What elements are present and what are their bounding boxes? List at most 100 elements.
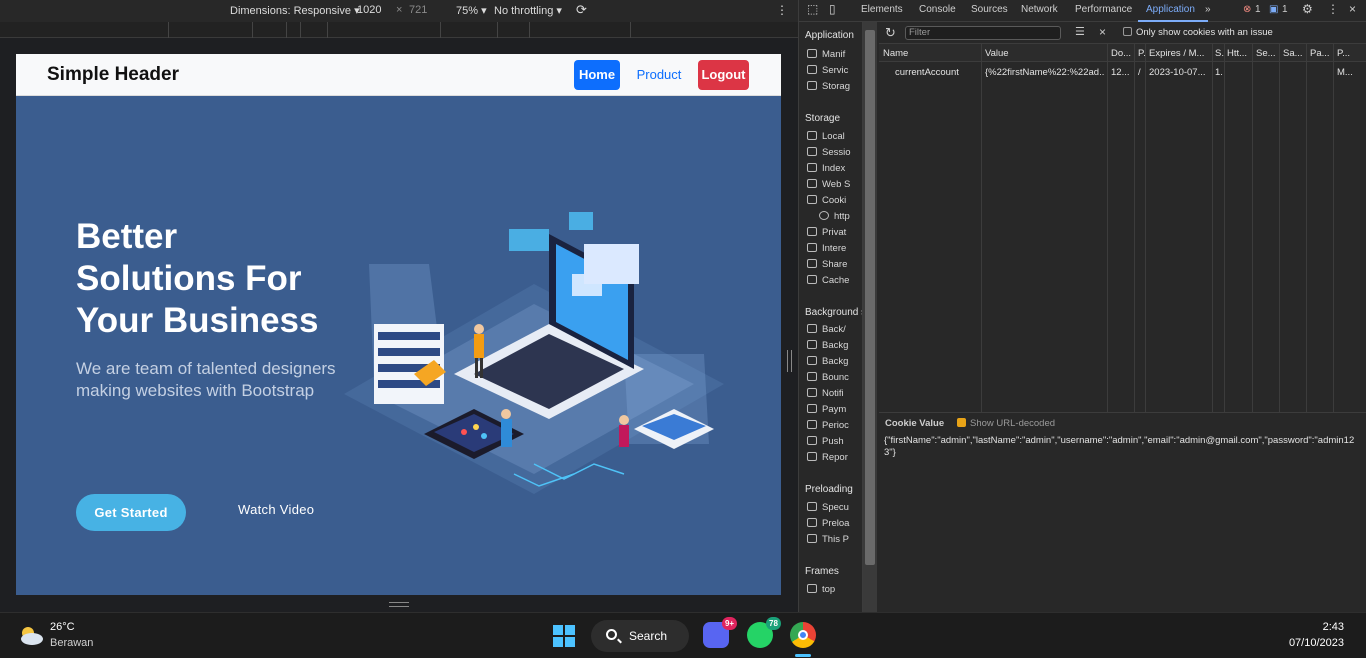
sidebar-item-cookies[interactable]: Cooki [807,195,846,209]
height-input[interactable]: 721 [409,4,427,16]
cookie-path-cell[interactable]: / [1138,67,1146,78]
whatsapp-icon[interactable]: 78 [747,622,773,648]
tab-elements[interactable]: Elements [861,4,903,15]
sidebar-item-background-fetch[interactable]: Backg [807,340,848,354]
column-header-name[interactable]: Name [883,48,979,59]
section-frames: Frames [805,566,839,577]
more-tabs-icon[interactable]: » [1205,4,1211,15]
refresh-icon[interactable]: ↻ [885,25,896,41]
column-header-secure[interactable]: Se... [1256,48,1278,59]
get-started-button[interactable]: Get Started [76,494,186,531]
tab-sources[interactable]: Sources [971,4,1008,15]
sidebar-item-payment-handler[interactable]: Paym [807,404,846,418]
sidebar-item-local-storage[interactable]: Local [807,131,845,145]
nav-home-button[interactable]: Home [574,60,620,90]
delete-selected-icon[interactable]: × [1099,25,1106,39]
column-header-domain[interactable]: Do... [1111,48,1135,59]
windows-start-icon[interactable] [553,625,575,647]
taskbar-search[interactable]: Search [591,620,689,652]
cookie-value-cell[interactable]: {%22firstName%22:%22ad... [985,67,1105,78]
column-header-value[interactable]: Value [985,48,1105,59]
clock-date[interactable]: 07/10/2023 [1289,637,1344,649]
tab-performance[interactable]: Performance [1075,4,1132,15]
sidebar-item-service-workers[interactable]: Servic [807,65,848,79]
error-icon[interactable]: ⊗ [1243,4,1251,15]
column-header-httponly[interactable]: Htt... [1227,48,1251,59]
sidebar-item-back-forward-cache[interactable]: Back/ [807,324,846,338]
weather-description[interactable]: Berawan [50,637,93,649]
column-header-partition[interactable]: Pa... [1310,48,1332,59]
checkbox-checked-icon[interactable] [957,418,966,427]
discord-icon[interactable]: 9+ [703,622,729,648]
brand-title[interactable]: Simple Header [47,64,179,86]
sidebar-item-storage[interactable]: Storag [807,81,850,95]
throttling-dropdown[interactable]: No throttling ▾ [494,4,562,17]
sidebar-item-periodic-sync[interactable]: Perioc [807,420,849,434]
sidebar-item-interest-groups[interactable]: Intere [807,243,846,257]
settings-gear-icon[interactable]: ⚙ [1302,2,1313,16]
tab-network[interactable]: Network [1021,4,1058,15]
cookie-filter-input[interactable]: Filter [905,26,1061,40]
watch-video-link[interactable]: Watch Video [238,502,314,517]
sidebar-item-indexeddb[interactable]: Index [807,163,845,177]
viewport-resize-handle[interactable] [389,602,409,607]
sidebar-item-bounce-tracking[interactable]: Bounc [807,372,849,386]
tab-application[interactable]: Application [1146,4,1195,15]
arrows-icon [807,340,817,349]
cloud-icon [807,436,817,445]
sidebar-item-reporting-api[interactable]: Repor [807,452,848,466]
more-options-icon[interactable]: ⋮ [776,3,788,17]
sidebar-item-background-sync[interactable]: Backg [807,356,848,370]
cloudy-sun-icon[interactable] [16,623,44,647]
show-url-decoded-checkbox[interactable]: Show URL-decoded [957,418,1055,429]
checkbox-icon[interactable] [1123,27,1132,36]
sidebar-item-speculative-loads[interactable]: Specu [807,502,849,516]
column-header-priority[interactable]: P... [1337,48,1361,59]
column-header-size[interactable]: S. [1215,48,1224,59]
sidebar-item-cookie-origin[interactable]: http [819,211,850,225]
weather-temperature[interactable]: 26°C [50,621,75,633]
sidebar-item-preloading-rules[interactable]: Preloa [807,518,849,532]
hero-title: Better Solutions For Your Business [76,216,346,342]
dimensions-dropdown[interactable]: Dimensions: Responsive ▾ [230,4,360,17]
rotate-icon[interactable]: ⟳ [576,2,587,18]
sidebar-item-notifications[interactable]: Notifi [807,388,844,402]
inspect-icon[interactable]: ⬚ [807,2,818,16]
column-header-samesite[interactable]: Sa... [1283,48,1305,59]
cookie-domain-cell[interactable]: 12... [1111,67,1133,78]
cookie-value-title: Cookie Value [885,418,944,429]
sidebar-item-manifest[interactable]: Manif [807,49,845,63]
customize-menu-icon[interactable]: ⋮ [1327,2,1339,16]
viewport-side-handle[interactable] [787,350,792,372]
cookie-expires-cell[interactable]: 2023-10-07... [1149,67,1211,78]
width-input[interactable]: 1020 [357,4,381,16]
zoom-dropdown[interactable]: 75% ▾ [456,4,487,17]
hero-illustration [334,174,724,494]
message-icon[interactable]: ▣ [1269,4,1278,15]
sidebar-item-shared-storage[interactable]: Share [807,259,847,273]
sidebar-item-push-messaging[interactable]: Push [807,436,844,450]
logout-button[interactable]: Logout [698,60,749,90]
clear-filtered-icon[interactable]: ☰ [1075,25,1085,38]
sidebar-item-cache-storage[interactable]: Cache [807,275,849,289]
database-icon [807,275,817,284]
cookie-decoded-value[interactable]: {"firstName":"admin","lastName":"admin",… [884,435,1364,459]
cookie-name-cell[interactable]: currentAccount [895,67,979,78]
tab-console[interactable]: Console [919,4,956,15]
sidebar-item-frame-top[interactable]: top [807,584,835,598]
chrome-icon[interactable] [790,622,816,648]
cookie-size-cell[interactable]: 1. [1215,67,1224,78]
sidebar-scroll-thumb[interactable] [865,30,875,565]
nav-product-link[interactable]: Product [632,60,686,90]
close-devtools-icon[interactable]: × [1349,2,1356,16]
device-toggle-icon[interactable]: ▯ [829,2,836,16]
sidebar-item-web-sql[interactable]: Web S [807,179,850,193]
column-header-expires[interactable]: Expires / M... [1149,48,1211,59]
clock-time[interactable]: 2:43 [1323,621,1344,633]
sidebar-item-session-storage[interactable]: Sessio [807,147,851,161]
database-icon [807,372,817,381]
sidebar-item-private-state[interactable]: Privat [807,227,846,241]
cookie-priority-cell[interactable]: M... [1337,67,1361,78]
sidebar-item-this-page[interactable]: This P [807,534,849,548]
only-issue-checkbox[interactable]: Only show cookies with an issue [1123,27,1273,38]
